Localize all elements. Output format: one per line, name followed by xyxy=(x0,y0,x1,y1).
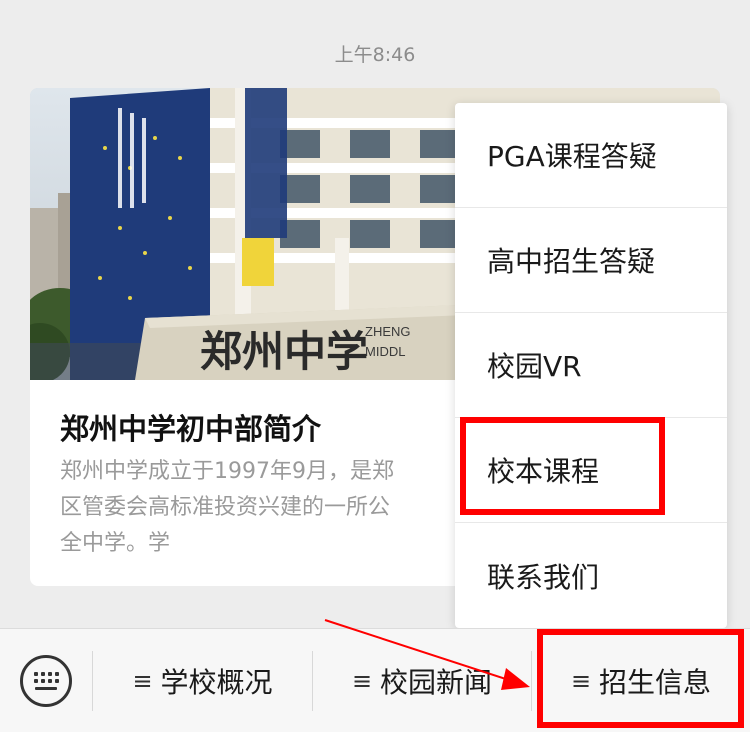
chat-screen: 上午8:46 郑州中学 ZHENG MIDDL 郑州中学初中部简介 郑州中学成立… xyxy=(0,0,750,732)
annotation-arrow xyxy=(324,619,530,690)
